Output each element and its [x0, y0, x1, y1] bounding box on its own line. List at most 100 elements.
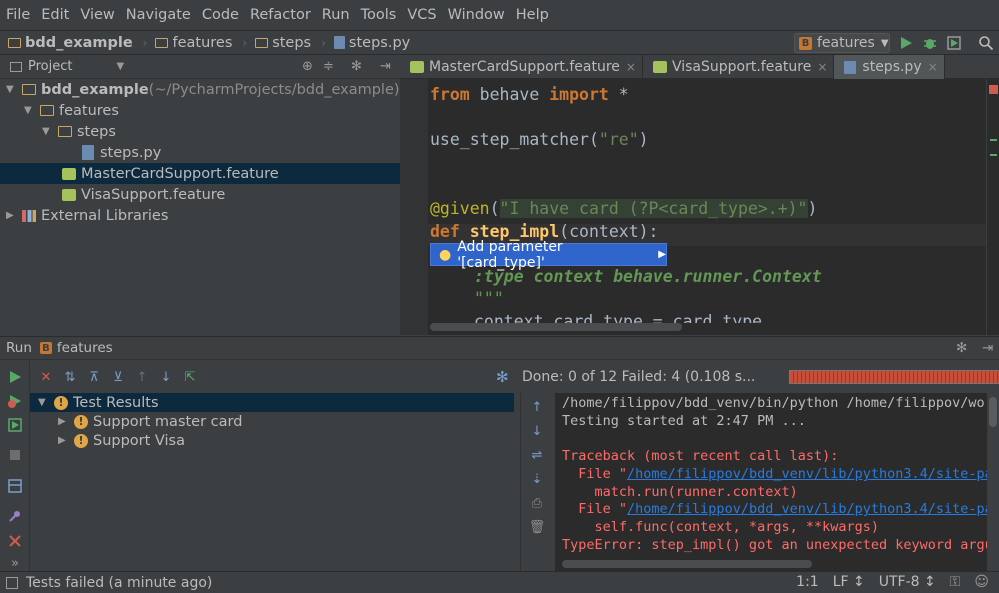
breadcrumb-file[interactable]: steps.py — [333, 35, 410, 51]
hide-icon[interactable]: ⇥ — [380, 59, 391, 74]
rerun-failed-icon[interactable] — [7, 393, 23, 409]
collapse-icon[interactable]: ≑ — [323, 59, 334, 74]
tab-mastercard-feature[interactable]: MasterCardSupport.feature × — [400, 55, 643, 79]
editor-gutter[interactable] — [400, 79, 428, 335]
console-line: File "/home/filippov/bdd_venv/lib/python… — [562, 466, 999, 482]
expanded-arrow-icon[interactable]: ▼ — [42, 126, 52, 137]
menu-run[interactable]: Run — [322, 7, 350, 23]
chevron-right-icon[interactable]: ▶ — [658, 249, 666, 260]
traceback-link[interactable]: /home/filippov/bdd_venv/lib/python3.4/si… — [627, 466, 999, 482]
more-icon[interactable]: » — [7, 555, 23, 571]
settings-gear-icon[interactable]: ✻ — [496, 368, 509, 386]
menu-file[interactable]: File — [6, 7, 30, 23]
search-icon[interactable] — [978, 35, 994, 51]
python-file-icon — [333, 36, 345, 49]
menu-refactor[interactable]: Refactor — [250, 7, 311, 23]
editor-tab-bar: MasterCardSupport.feature × VisaSupport.… — [400, 55, 999, 79]
status-widgets: 1:1 LF ↕ UTF-8 ↕ ⚿ ☺ — [782, 574, 989, 590]
breadcrumb-separator-icon: › — [142, 35, 148, 50]
next-failed-icon[interactable]: ↓ — [158, 369, 174, 385]
rerun-icon[interactable] — [7, 369, 23, 385]
collapse-all-icon[interactable]: ⊻ — [110, 369, 126, 385]
close-icon[interactable]: × — [817, 60, 827, 74]
stop-icon[interactable] — [7, 447, 23, 463]
close-icon[interactable] — [7, 533, 23, 549]
menu-edit[interactable]: Edit — [41, 7, 69, 23]
coverage-icon[interactable] — [946, 35, 962, 51]
editor-error-stripe[interactable] — [986, 79, 999, 335]
collapsed-arrow-icon[interactable]: ▶ — [58, 435, 68, 446]
tree-item-steps[interactable]: ▼ steps — [0, 121, 400, 142]
gear-icon[interactable]: ✻ — [351, 59, 362, 74]
sort-icon[interactable]: ⇅ — [62, 369, 78, 385]
scroll-to-end-icon[interactable]: ⇣ — [529, 471, 545, 487]
inspector-icon[interactable]: ☺ — [974, 574, 989, 590]
previous-failed-icon[interactable]: ↑ — [134, 369, 150, 385]
lock-icon[interactable]: ⚿ — [950, 574, 961, 590]
encoding-select[interactable]: UTF-8 ↕ — [879, 574, 936, 590]
menu-vcs[interactable]: VCS — [407, 7, 436, 23]
test-suite-mastercard[interactable]: ▶ ! Support master card — [58, 412, 242, 431]
menu-window[interactable]: Window — [448, 7, 505, 23]
export-icon[interactable]: ⇱ — [182, 369, 198, 385]
layout-icon[interactable] — [7, 478, 23, 494]
project-view-select[interactable]: Project — [28, 59, 72, 74]
tab-steps-py[interactable]: steps.py × — [834, 55, 945, 79]
debug-icon[interactable] — [922, 35, 938, 51]
traceback-link[interactable]: /home/filippov/bdd_venv/lib/python3.4/si… — [627, 501, 999, 517]
intention-action-popup[interactable]: ● Add parameter '[card_type]' ▶ — [430, 239, 667, 271]
collapsed-arrow-icon[interactable]: ▶ — [58, 416, 68, 427]
tree-item-visa-feature[interactable]: VisaSupport.feature — [0, 184, 400, 205]
chevron-down-icon[interactable]: ▼ — [116, 61, 124, 72]
editor-horizontal-scrollbar[interactable] — [430, 323, 682, 331]
test-results-root[interactable]: ▼ ! Test Results — [38, 393, 159, 412]
behave-icon: B — [799, 36, 812, 50]
show-passed-icon[interactable]: ✕ — [38, 369, 54, 385]
run-tab-features[interactable]: features — [57, 340, 113, 356]
tab-visa-feature[interactable]: VisaSupport.feature × — [643, 55, 835, 79]
run-icon[interactable] — [898, 35, 914, 51]
status-message[interactable]: Tests failed (a minute ago) — [26, 575, 212, 591]
expanded-arrow-icon[interactable]: ▼ — [6, 84, 16, 95]
tool-windows-icon[interactable] — [6, 576, 18, 589]
scroll-thumb[interactable] — [989, 397, 997, 427]
menu-code[interactable]: Code — [202, 7, 239, 23]
menu-help[interactable]: Help — [516, 7, 549, 23]
error-marker-icon[interactable] — [989, 85, 998, 94]
gear-icon[interactable]: ✻ — [956, 340, 967, 356]
tree-item-features[interactable]: ▼ features — [0, 100, 400, 121]
console-horizontal-scrollbar[interactable] — [562, 560, 812, 568]
clear-icon[interactable]: 🗑 — [529, 519, 546, 535]
expanded-arrow-icon[interactable]: ▼ — [38, 397, 48, 408]
collapsed-arrow-icon[interactable]: ▶ — [6, 210, 16, 221]
sync-icon[interactable]: ⊕ — [302, 59, 313, 74]
breadcrumb-project[interactable]: bdd_example — [8, 35, 133, 51]
console-vertical-scrollbar[interactable] — [987, 393, 999, 571]
breadcrumb-steps[interactable]: steps — [255, 35, 311, 51]
menu-navigate[interactable]: Navigate — [126, 7, 191, 23]
close-icon[interactable]: × — [928, 60, 938, 74]
menu-tools[interactable]: Tools — [361, 7, 397, 23]
tree-item-mastercard-feature[interactable]: MasterCardSupport.feature — [0, 163, 400, 184]
hide-icon[interactable]: ⇥ — [982, 340, 993, 356]
caret-position[interactable]: 1:1 — [796, 574, 819, 590]
tree-item-bdd-example[interactable]: ▼ bdd_example (~/PycharmProjects/bdd_exa… — [0, 79, 400, 100]
expanded-arrow-icon[interactable]: ▼ — [24, 105, 34, 116]
expand-all-icon[interactable]: ⊼ — [86, 369, 102, 385]
line-separator-select[interactable]: LF ↕ — [833, 574, 865, 590]
scroll-down-icon[interactable]: ↓ — [529, 423, 545, 439]
pin-icon[interactable] — [7, 508, 23, 524]
change-marker[interactable] — [990, 139, 997, 141]
test-suite-visa[interactable]: ▶ ! Support Visa — [58, 431, 185, 450]
tree-item-external-libraries[interactable]: ▶ External Libraries — [0, 205, 400, 226]
soft-wrap-icon[interactable]: ⇌ — [529, 447, 545, 463]
change-marker[interactable] — [990, 154, 997, 156]
print-icon[interactable]: ⎙ — [529, 495, 545, 511]
breadcrumb-features[interactable]: features — [155, 35, 232, 51]
close-icon[interactable]: × — [626, 60, 636, 74]
menu-view[interactable]: View — [80, 7, 114, 23]
toggle-auto-test-icon[interactable] — [7, 417, 23, 433]
scroll-up-icon[interactable]: ↑ — [529, 399, 545, 415]
run-configuration-select[interactable]: B features ▼ — [794, 33, 890, 53]
tree-item-steps-py[interactable]: steps.py — [0, 142, 400, 163]
